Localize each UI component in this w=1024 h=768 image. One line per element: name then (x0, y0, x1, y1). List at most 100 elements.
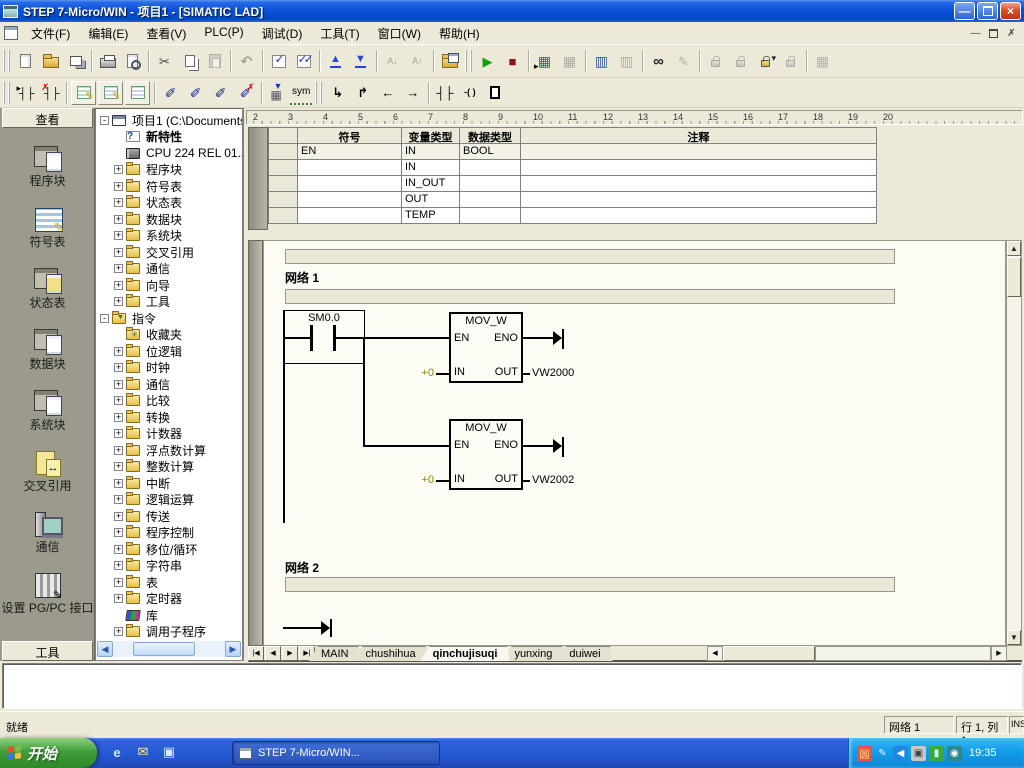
first-tab-button[interactable]: |◀ (248, 646, 264, 661)
tree-item[interactable]: +表 (96, 574, 242, 591)
view-bar-header[interactable]: 查看 (2, 108, 93, 128)
network1-comment-box[interactable] (285, 289, 895, 304)
mov-w-block-2[interactable]: MOV_W EN ENO IN OUT (449, 419, 523, 490)
tree-expander[interactable]: + (114, 561, 123, 570)
in-operand-2[interactable]: +0 (410, 474, 434, 486)
tree-expander[interactable]: + (114, 495, 123, 504)
sidebar-item-symbol-table[interactable]: 符号表 (0, 207, 95, 249)
pen-icon[interactable]: ✎ (875, 746, 890, 761)
tree-item[interactable]: +系统块 (96, 228, 242, 245)
sidebar-item-system-block[interactable]: 系统块 (0, 390, 95, 432)
insert-box-button[interactable] (482, 81, 507, 105)
tab-yunxing[interactable]: yunxing (502, 646, 564, 661)
stop-button[interactable] (500, 49, 525, 73)
sidebar-item-status-table[interactable]: 状态表 (0, 268, 95, 310)
tree-expander[interactable]: + (114, 396, 123, 405)
minimize-button[interactable]: — (954, 2, 975, 20)
tree-item[interactable]: -项目1 (C:\Documents (96, 112, 242, 129)
scroll-right-icon[interactable]: ▶ (225, 641, 241, 657)
prev-tab-button[interactable]: ◀ (265, 646, 281, 661)
line-down-button[interactable] (325, 81, 350, 105)
tree-item[interactable]: +调用子程序 (96, 624, 242, 641)
tree-expander[interactable]: + (114, 231, 123, 240)
tree-expander[interactable]: + (114, 594, 123, 603)
symbolic-addressing-toggle[interactable]: sym (290, 81, 312, 105)
tree-expander[interactable]: + (114, 545, 123, 554)
insert-column-button[interactable] (183, 81, 208, 105)
menu-item[interactable]: 帮助(H) (430, 22, 489, 45)
tree-item[interactable]: +符号表 (96, 178, 242, 195)
mdi-restore-button[interactable] (985, 26, 1002, 41)
tree-expander[interactable]: + (114, 578, 123, 587)
new-file-button[interactable] (13, 49, 38, 73)
ladder-vertical-scrollbar[interactable]: ▲ ▼ (1006, 240, 1022, 646)
monitor-button[interactable] (646, 49, 671, 73)
tree-item[interactable]: +工具 (96, 294, 242, 311)
upload-button[interactable] (323, 49, 348, 73)
tree-expander[interactable]: + (114, 462, 123, 471)
tree-expander[interactable]: + (114, 627, 123, 636)
tree-expander[interactable]: - (100, 116, 109, 125)
download-button[interactable] (348, 49, 373, 73)
restore-button[interactable] (977, 2, 998, 20)
out-operand-1[interactable]: VW2000 (532, 367, 574, 379)
tree-item[interactable]: 新特性 (96, 129, 242, 146)
symbol-info-table-button[interactable] (265, 81, 290, 105)
tree-item[interactable]: +浮点数计算 (96, 442, 242, 459)
tree-expander[interactable]: + (114, 363, 123, 372)
tree-horizontal-scrollbar[interactable]: ◀ ▶ (97, 641, 241, 657)
tree-item[interactable]: +程序块 (96, 162, 242, 179)
table-row[interactable]: IN_OUT (269, 176, 877, 192)
sidebar-item-data-block[interactable]: 数据块 (0, 329, 95, 371)
view-stl-toggle[interactable] (98, 81, 123, 105)
rollback-icon[interactable]: ◀ (893, 746, 908, 761)
menu-item[interactable]: PLC(P) (195, 22, 252, 45)
tree-expander[interactable]: + (114, 512, 123, 521)
scroll-up-icon[interactable]: ▲ (1007, 241, 1021, 256)
save-button[interactable] (63, 49, 88, 73)
tree-expander[interactable]: + (114, 182, 123, 191)
print-preview-button[interactable] (120, 49, 145, 73)
tree-item[interactable]: +通信 (96, 261, 242, 278)
menu-item[interactable]: 文件(F) (22, 22, 79, 45)
tree-item[interactable]: +交叉引用 (96, 244, 242, 261)
tools-bar-header[interactable]: 工具 (2, 641, 93, 661)
table-row[interactable]: TEMP (269, 208, 877, 224)
tab-duiwei[interactable]: duiwei (557, 646, 612, 661)
print-button[interactable] (95, 49, 120, 73)
tab-chushihua[interactable]: chushihua (354, 646, 428, 661)
menu-item[interactable]: 查看(V) (137, 22, 195, 45)
view-ladder-toggle[interactable] (71, 81, 96, 105)
outlook-icon[interactable]: ✉ (134, 742, 152, 762)
ime-icon[interactable]: 圆 (857, 746, 872, 761)
mdi-minimize-button[interactable]: — (967, 26, 984, 41)
table-row[interactable]: OUT (269, 192, 877, 208)
tree-expander[interactable]: + (114, 479, 123, 488)
tree-item[interactable]: 收藏夹 (96, 327, 242, 344)
sidebar-item-cross-reference[interactable]: 交叉引用 (0, 451, 95, 493)
tree-item[interactable]: +逻辑运算 (96, 492, 242, 509)
tree-item[interactable]: +计数器 (96, 426, 242, 443)
tree-item[interactable]: +移位/循环 (96, 541, 242, 558)
insert-coil-button[interactable] (457, 81, 482, 105)
line-up-button[interactable] (350, 81, 375, 105)
compile-all-button[interactable] (291, 49, 316, 73)
tree-item[interactable]: CPU 224 REL 01.2 (96, 145, 242, 162)
tree-item[interactable]: +数据块 (96, 211, 242, 228)
tab-main[interactable]: MAIN (309, 646, 361, 661)
options-button[interactable] (437, 49, 462, 73)
tree-expander[interactable]: + (114, 413, 123, 422)
tab-scroll-track[interactable] (815, 646, 991, 661)
tree-item[interactable]: +传送 (96, 508, 242, 525)
tree-item[interactable]: +位逻辑 (96, 343, 242, 360)
compile-button[interactable] (266, 49, 291, 73)
tree-expander[interactable]: + (114, 248, 123, 257)
menu-item[interactable]: 编辑(E) (79, 22, 137, 45)
table-row[interactable]: ENINBOOL (269, 144, 877, 160)
program-comment-box[interactable] (285, 249, 895, 264)
tree-item[interactable]: +整数计算 (96, 459, 242, 476)
menu-item[interactable]: 窗口(W) (369, 22, 430, 45)
camera-icon[interactable]: ◉ (947, 746, 962, 761)
scroll-left-icon[interactable]: ◀ (97, 641, 113, 657)
insert-contact-button[interactable] (432, 81, 457, 105)
